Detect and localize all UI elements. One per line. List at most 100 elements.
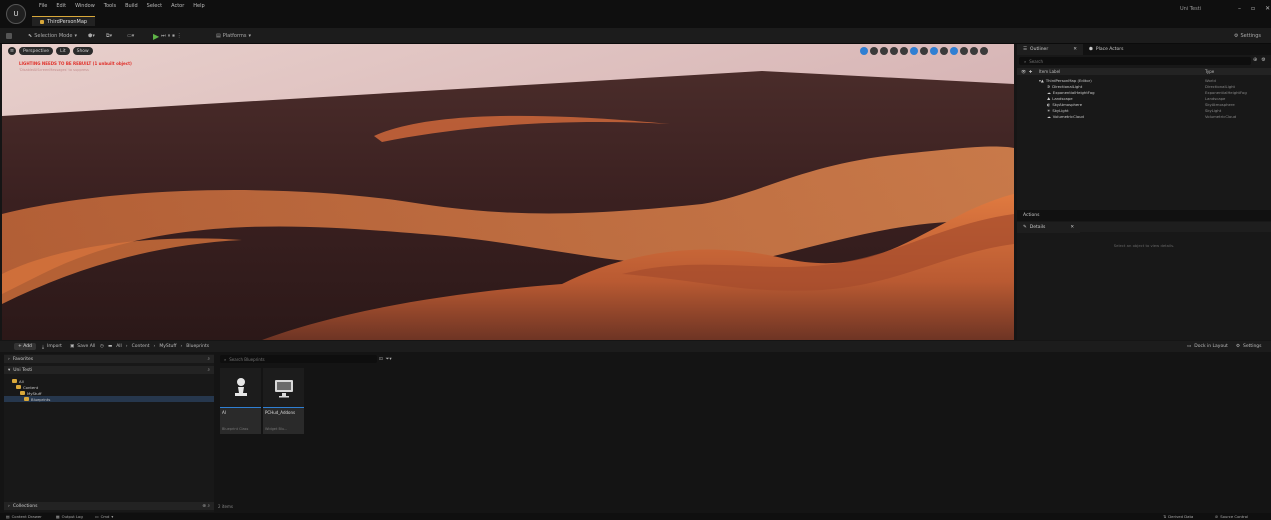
show-button[interactable]: Show — [72, 47, 93, 55]
maximize-viewport-icon[interactable] — [980, 47, 988, 55]
breadcrumb-all[interactable]: All — [116, 344, 122, 349]
close-icon[interactable]: ✕ — [1073, 47, 1077, 52]
details-panel: Actions ✎ Details ✕ Select an object to … — [1017, 210, 1271, 340]
place-actors-icon: ⬢ — [1088, 47, 1093, 52]
outliner-row[interactable]: ☁ VolumetricCloud VolumetricCloud — [1017, 113, 1271, 119]
platforms-button[interactable]: ▤ Platforms ▾ — [216, 31, 251, 41]
gear-icon[interactable]: ⚙ — [1261, 57, 1265, 63]
add-button[interactable]: + Add — [14, 343, 36, 350]
level-viewport[interactable]: ≡ Perspective Lit Show LIGHTING NEEDS TO… — [2, 44, 1014, 340]
rotation-snap-icon[interactable] — [930, 47, 938, 55]
settings-label: Settings — [1240, 33, 1261, 39]
lighting-warning-hint: 'DisableAllScreenMessages' to suppress — [19, 68, 89, 72]
map-tab[interactable]: ThirdPersonMap — [32, 16, 96, 26]
import-button[interactable]: ⤓ Import — [42, 343, 62, 350]
cinematics-button[interactable]: ▭▾ — [127, 31, 134, 41]
rotate-icon[interactable] — [880, 47, 888, 55]
output-log-button[interactable]: ▦ Output Log — [56, 514, 83, 519]
menu-select[interactable]: Select — [147, 3, 162, 9]
menu-window[interactable]: Window — [75, 3, 95, 9]
asset-tile[interactable]: PCHud_Addons Widget Blu... — [263, 368, 304, 434]
pause-icon[interactable]: ⏸ — [168, 33, 171, 39]
unreal-logo-icon[interactable]: U — [6, 4, 26, 24]
maximize-button[interactable]: ▫ — [1251, 5, 1255, 12]
source-control-button[interactable]: ⊘ Source Control — [1215, 514, 1248, 519]
outliner-tools: ⊕ ⚙ — [1253, 57, 1266, 63]
camera-speed-icon[interactable] — [970, 47, 978, 55]
tab-details[interactable]: ✎ Details ✕ — [1017, 221, 1081, 233]
asset-tile[interactable]: AI Blueprint Class — [220, 368, 261, 434]
skylight-icon: ☀ — [1047, 107, 1051, 113]
content-drawer-button[interactable]: ▤ Content Drawer — [6, 514, 42, 519]
actions-header: Actions — [1017, 210, 1271, 221]
map-tab-label: ThirdPersonMap — [47, 18, 88, 25]
scale-icon[interactable] — [890, 47, 898, 55]
asset-view: ⌕ Search Blueprints ⊡ ⏷▾ AI Blueprint Cl… — [217, 354, 1271, 512]
save-all-button[interactable]: ▣ Save All — [70, 343, 95, 350]
dock-in-layout-button[interactable]: ▭ Dock in Layout — [1187, 343, 1228, 350]
world-icon[interactable] — [900, 47, 908, 55]
lit-button[interactable]: Lit — [56, 47, 70, 55]
menu-actor[interactable]: Actor — [171, 3, 184, 9]
play-icon[interactable]: ▶ — [153, 32, 159, 41]
step-icon[interactable]: ⏭ — [161, 33, 166, 39]
menu-tools[interactable]: Tools — [104, 3, 116, 9]
close-button[interactable]: ✕ — [1265, 5, 1270, 12]
project-section[interactable]: ▾ Uni Testi ⌕ — [4, 366, 214, 374]
scale-size-icon[interactable] — [960, 47, 968, 55]
search-icon: ⌕ — [1024, 58, 1027, 64]
viewport-menu-icon[interactable]: ≡ — [8, 47, 16, 55]
add-actor-button[interactable]: ⬢▾ — [88, 31, 95, 41]
blueprint-button[interactable]: ⧉▾ — [106, 31, 112, 41]
select-icon[interactable] — [860, 47, 868, 55]
more-icon[interactable]: ⋮ — [177, 33, 182, 39]
outliner-icon: ☰ — [1023, 47, 1028, 52]
item-count: 2 items — [218, 504, 233, 509]
history-icon[interactable]: ◷ — [100, 344, 104, 349]
stop-icon[interactable]: ⏹ — [172, 33, 175, 39]
search-icon[interactable]: ⌕ — [207, 356, 210, 362]
tab-place-actors[interactable]: ⬢ Place Actors — [1083, 44, 1130, 55]
move-icon[interactable] — [870, 47, 878, 55]
grid-size-icon[interactable] — [920, 47, 928, 55]
perspective-button[interactable]: Perspective — [19, 47, 54, 55]
folder-icon — [24, 397, 29, 401]
minimize-button[interactable]: – — [1238, 5, 1241, 12]
close-icon[interactable]: ✕ — [1070, 225, 1074, 230]
selection-mode-button[interactable]: ⬉ Selection Mode ▾ — [28, 31, 77, 41]
cb-settings-button[interactable]: ⚙ Settings — [1236, 343, 1262, 350]
breadcrumb-content[interactable]: Content — [132, 344, 150, 349]
derived-data-button[interactable]: ⇅ Derived Data — [1163, 514, 1193, 519]
outliner-search-input[interactable]: ⌕ Search — [1019, 57, 1251, 65]
add-collection-icon[interactable]: ⊕ ⌕ — [202, 503, 210, 509]
menu-edit[interactable]: Edit — [56, 3, 66, 9]
cmd-button[interactable]: ▭ Cmd ▾ — [95, 514, 113, 519]
grid-snap-icon[interactable] — [910, 47, 918, 55]
search-icon[interactable]: ⌕ — [207, 367, 210, 373]
outliner-header: 👁 ✚ Item Label Type — [1017, 68, 1271, 75]
breadcrumb-mystuff[interactable]: MyStuff — [159, 344, 176, 349]
save-search-icon[interactable]: ⊡ — [379, 357, 383, 362]
rotation-size-icon[interactable] — [940, 47, 948, 55]
save-button[interactable] — [6, 31, 12, 41]
scale-snap-icon[interactable] — [950, 47, 958, 55]
asset-search-input[interactable]: ⌕ Search Blueprints — [220, 355, 377, 363]
filter-icon[interactable]: ⏷▾ — [386, 356, 392, 362]
col-type[interactable]: Type — [1205, 69, 1214, 74]
tree-item-blueprints[interactable]: Blueprints — [4, 396, 214, 402]
settings-button[interactable]: ⚙ Settings — [1234, 31, 1261, 41]
visibility-icon[interactable]: 👁 — [1021, 69, 1026, 74]
menu-help[interactable]: Help — [193, 3, 204, 9]
tab-outliner[interactable]: ☰ Outliner ✕ — [1017, 44, 1083, 55]
folder-icon[interactable]: ▬ — [108, 344, 112, 349]
breadcrumb-blueprints[interactable]: Blueprints — [186, 344, 209, 349]
add-filter-icon[interactable]: ⊕ — [1253, 57, 1257, 63]
pin-icon[interactable]: ✚ — [1029, 69, 1032, 74]
menu-file[interactable]: File — [39, 3, 47, 9]
favorites-section[interactable]: › Favorites ⌕ — [4, 355, 214, 363]
data-icon: ⇅ — [1163, 514, 1167, 519]
collections-section[interactable]: › Collections ⊕ ⌕ — [4, 502, 214, 510]
window-controls: – ▫ ✕ — [1238, 5, 1270, 12]
col-item-label[interactable]: Item Label — [1039, 69, 1060, 74]
menu-build[interactable]: Build — [125, 3, 138, 9]
